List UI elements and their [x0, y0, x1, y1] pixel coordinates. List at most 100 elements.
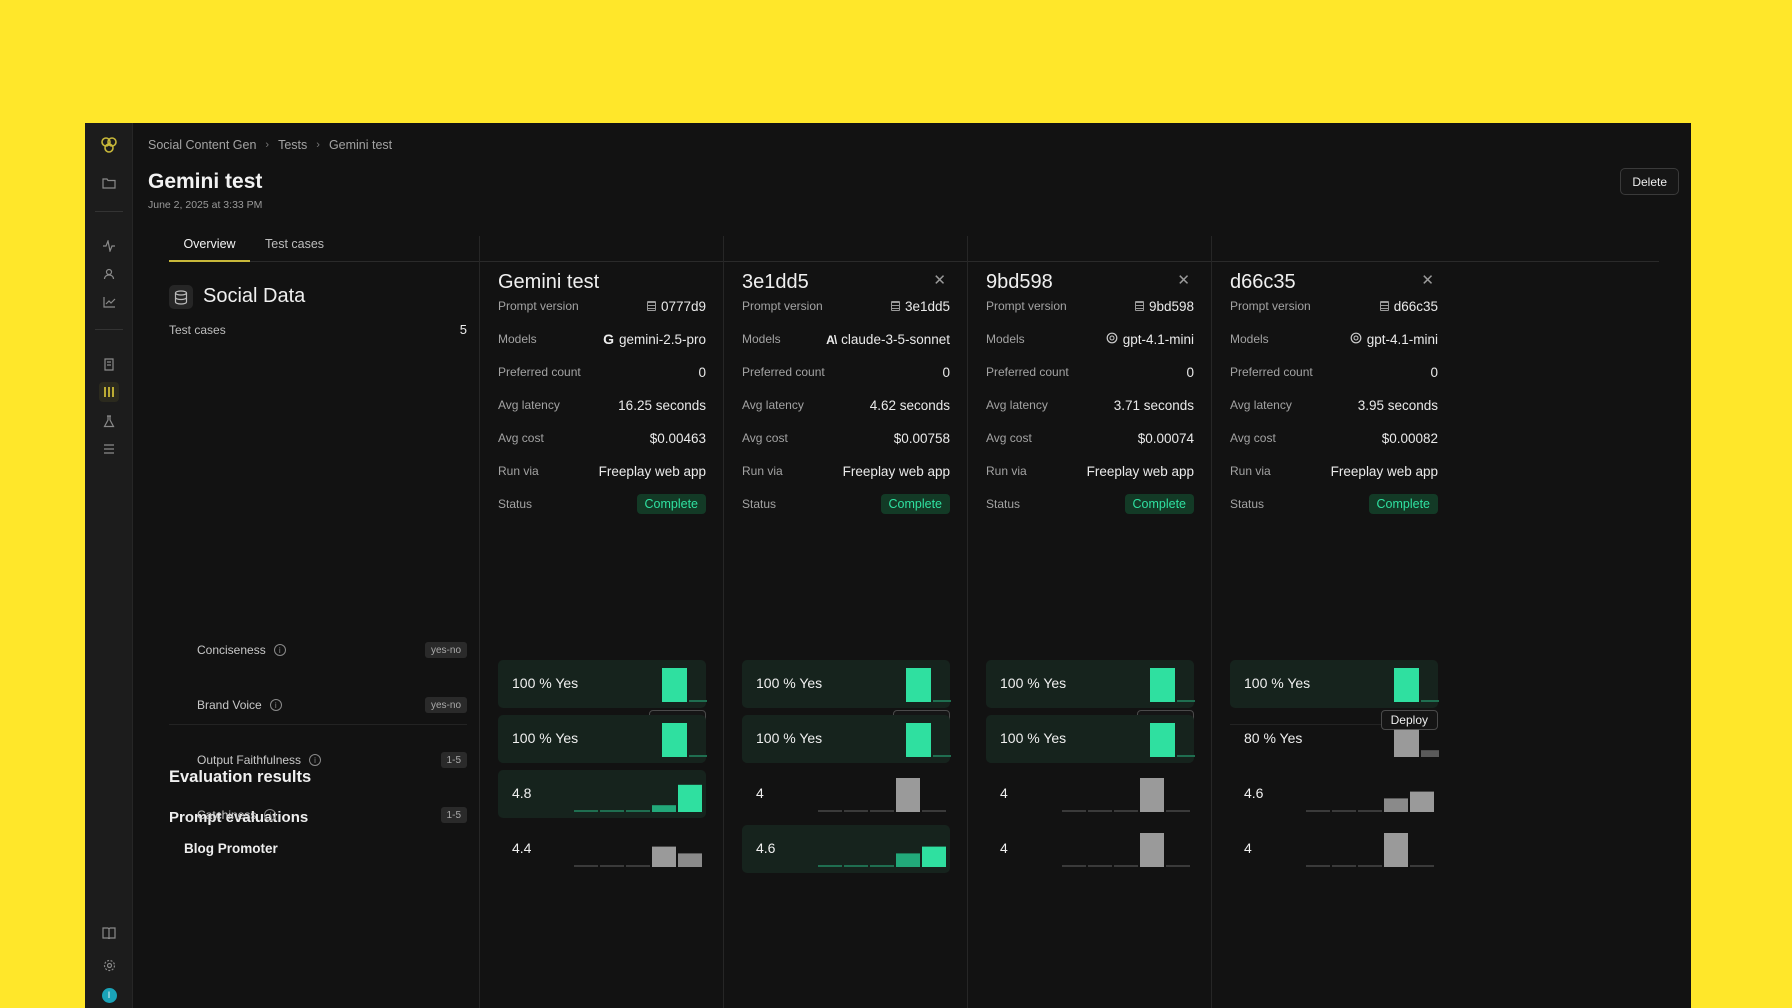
prompt-version-value[interactable]: 9bd598	[1149, 299, 1194, 314]
eval-result-card[interactable]: 4	[1230, 825, 1438, 873]
property-label: Preferred count	[1230, 365, 1313, 379]
property-row: Preferred count 0	[498, 362, 706, 382]
tab-test-cases[interactable]: Test cases	[265, 233, 324, 262]
property-label: Preferred count	[986, 365, 1069, 379]
score-bar-4	[896, 778, 920, 812]
chart-icon[interactable]	[99, 292, 119, 312]
score-bar-5	[1410, 791, 1434, 812]
prompt-version-value[interactable]: 0777d9	[661, 299, 706, 314]
property-label: Models	[498, 332, 537, 346]
eval-result-card[interactable]: 80 % Yes	[1230, 715, 1439, 763]
eval-result-card[interactable]: 4	[742, 770, 950, 818]
eval-result-card[interactable]: 100 % Yes	[1230, 660, 1439, 708]
property-row: Status Complete	[742, 494, 950, 514]
document-icon[interactable]	[99, 354, 119, 374]
column-title: 9bd598	[986, 271, 1053, 293]
eval-result-card[interactable]: 100 % Yes	[742, 660, 951, 708]
tab-overview[interactable]: Overview	[169, 233, 250, 262]
flask-icon[interactable]	[99, 411, 119, 431]
score-bar-3	[626, 810, 650, 812]
score-bar-5	[922, 846, 946, 867]
list-icon[interactable]	[99, 439, 119, 459]
info-icon[interactable]: i	[264, 809, 277, 821]
property-row: Run via Freeplay web app	[986, 461, 1194, 481]
activity-icon[interactable]	[99, 236, 119, 256]
property-row: Avg latency 16.25 seconds	[498, 395, 706, 415]
distribution-chart	[906, 668, 951, 702]
google-icon: G	[603, 331, 614, 347]
eval-result-card[interactable]: 4.4	[498, 825, 706, 873]
chevron-right-icon: ›	[265, 139, 270, 151]
book-icon[interactable]	[99, 923, 119, 943]
app-logo-icon[interactable]	[99, 135, 119, 155]
user-icon[interactable]	[99, 264, 119, 284]
score-bar-3	[870, 810, 894, 812]
property-row: Run via Freeplay web app	[742, 461, 950, 481]
close-icon[interactable]: ✕	[1177, 271, 1190, 289]
score-bar-2	[1332, 865, 1356, 867]
eval-result-card[interactable]: 100 % Yes	[498, 715, 707, 763]
run-via-value: Freeplay web app	[598, 463, 706, 479]
score-bar-3	[626, 865, 650, 867]
distribution-chart	[662, 668, 707, 702]
status-badge: Complete	[880, 494, 950, 514]
comparison-column: Gemini test Prompt version 0777d9 Models Gge…	[479, 236, 724, 1008]
info-icon[interactable]: i	[309, 754, 322, 766]
settings-gear-icon[interactable]	[99, 955, 119, 975]
comparison-column: 9bd598 ✕ Prompt version 9bd598 Models gpt-4.1…	[967, 236, 1212, 1008]
avg-cost-value: $0.00082	[1381, 430, 1438, 446]
property-row: Models gpt-4.1-mini	[986, 329, 1194, 349]
avatar[interactable]: I	[99, 985, 119, 1005]
property-label: Status	[1230, 497, 1265, 511]
column-title: d66c35	[1230, 271, 1296, 293]
property-label: Models	[1230, 332, 1269, 346]
eval-result-card[interactable]: 4	[986, 770, 1194, 818]
distribution-chart	[818, 778, 946, 812]
eval-group-heading: Blog Promoter	[184, 841, 278, 856]
model-name: gemini-2.5-pro	[618, 331, 706, 347]
score-bar-2	[600, 865, 624, 867]
eval-result-card[interactable]: 4.8	[498, 770, 706, 818]
score-bar-2	[1088, 810, 1112, 812]
breadcrumb-tests[interactable]: Tests	[278, 138, 307, 152]
score-bar-2	[844, 810, 868, 812]
close-icon[interactable]: ✕	[1421, 271, 1434, 289]
score-bar-5	[1166, 865, 1190, 867]
no-bar	[689, 700, 707, 702]
tests-icon[interactable]	[99, 382, 119, 402]
eval-result-card[interactable]: 4.6	[742, 825, 950, 873]
eval-result-card[interactable]: 4.6	[1230, 770, 1438, 818]
eval-type-badge: 1-5	[440, 752, 467, 768]
distribution-chart	[1394, 668, 1439, 702]
property-label: Prompt version	[986, 299, 1067, 313]
prompt-version-icon	[890, 301, 900, 311]
property-row: Prompt version 9bd598	[986, 296, 1194, 316]
delete-button[interactable]: Delete	[1620, 168, 1679, 195]
info-icon[interactable]: i	[273, 644, 286, 656]
run-via-value: Freeplay web app	[842, 463, 950, 479]
no-bar	[1177, 700, 1195, 702]
score-bar-3	[1358, 810, 1382, 812]
eval-result-card[interactable]: 4	[986, 825, 1194, 873]
no-bar	[1177, 755, 1195, 757]
score-bar-1	[818, 810, 842, 812]
eval-result-card[interactable]: 100 % Yes	[986, 715, 1195, 763]
dataset-panel: Social Data Test cases 5 Evaluation resu…	[169, 262, 467, 1008]
eval-result-card[interactable]: 100 % Yes	[742, 715, 951, 763]
folder-icon[interactable]	[99, 173, 119, 193]
eval-result-card[interactable]: 100 % Yes	[498, 660, 707, 708]
property-label: Status	[986, 497, 1021, 511]
property-row: Prompt version 3e1dd5	[742, 296, 950, 316]
close-icon[interactable]: ✕	[933, 271, 946, 289]
eval-type-badge: 1-5	[440, 807, 467, 823]
distribution-chart	[906, 723, 951, 757]
breadcrumb-project[interactable]: Social Content Gen	[148, 138, 256, 152]
eval-type-badge: yes-no	[424, 642, 467, 658]
avg-latency-value: 3.71 seconds	[1113, 397, 1194, 413]
eval-row: Catchiness i 1-5	[197, 804, 467, 826]
run-via-value: Freeplay web app	[1330, 463, 1438, 479]
prompt-version-value[interactable]: d66c35	[1394, 299, 1438, 314]
prompt-version-value[interactable]: 3e1dd5	[905, 299, 950, 314]
eval-result-card[interactable]: 100 % Yes	[986, 660, 1195, 708]
info-icon[interactable]: i	[269, 699, 282, 711]
